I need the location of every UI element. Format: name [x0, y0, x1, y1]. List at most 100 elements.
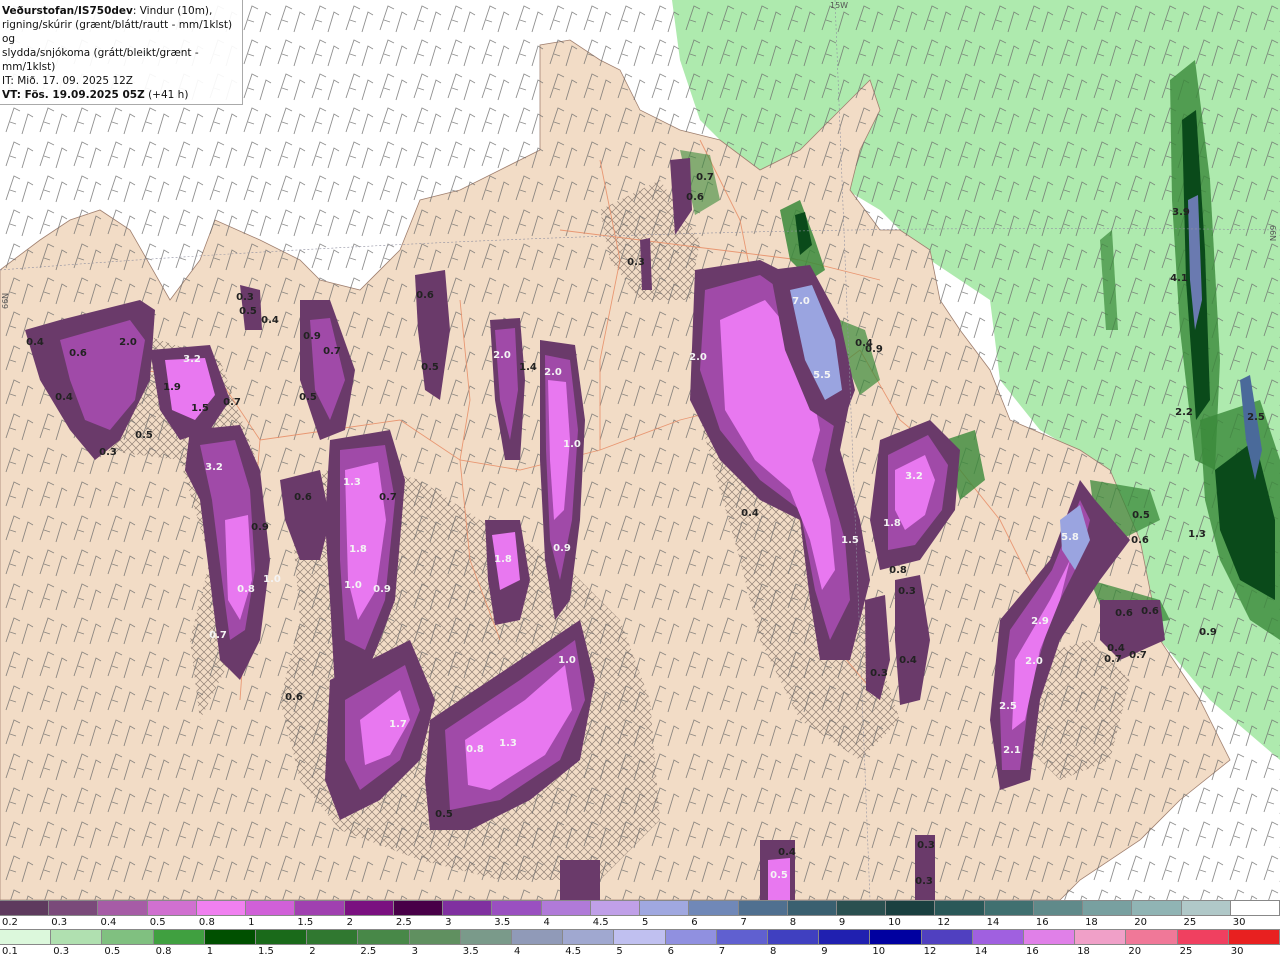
legend-label: 4	[543, 917, 550, 928]
legend-label: 8	[789, 917, 797, 928]
value-label: 4.1	[1170, 273, 1188, 284]
value-label: 5.8	[1061, 532, 1079, 543]
legend-label: 2.5	[395, 917, 412, 928]
legend-swatch	[1075, 930, 1127, 944]
value-label: 0.7	[1104, 654, 1122, 665]
value-label: 1.5	[841, 535, 859, 546]
value-label: 0.9	[303, 331, 321, 342]
value-label: 0.5	[770, 870, 788, 881]
rain-color-legend: 0.1 0.3 0.5 0.8 1 1.5 2 2.5 3 3.5 4 4.5 5 6 7 8 9 10 12 14 1…	[0, 929, 1280, 958]
value-label: 3.2	[183, 354, 201, 365]
legend-swatch	[344, 901, 394, 915]
legend-swatch	[409, 930, 461, 944]
legend-swatch	[716, 930, 769, 944]
value-label: 0.6	[294, 492, 312, 503]
value-label: 0.5	[239, 306, 257, 317]
value-label: 3.2	[205, 462, 223, 473]
value-label: 0.3	[898, 586, 916, 597]
legend-label: 0.8	[198, 917, 215, 928]
value-label: 2.0	[544, 367, 562, 378]
value-label: 0.4	[741, 508, 759, 519]
value-label: 0.7	[323, 346, 341, 357]
value-label: 2.9	[1031, 616, 1049, 627]
value-label: 0.6	[69, 348, 87, 359]
value-label: 0.8	[466, 744, 484, 755]
grid-label-15w: 15W	[830, 1, 848, 10]
rain-legend-swatches	[0, 929, 1280, 945]
legend-label: 6	[691, 917, 698, 928]
value-label: 1.5	[191, 403, 209, 414]
snow-color-legend: 0.2 0.3 0.4 0.5 0.8 1 1.5 2 2.5 3 3.5 4 4.5 5 6 7 8 9 10 12…	[0, 900, 1280, 929]
legend-swatch	[870, 930, 922, 944]
legend-swatch	[819, 930, 871, 944]
legend-label: 1.5	[297, 917, 314, 928]
legend-swatch	[563, 930, 615, 944]
legend-label: 14	[974, 946, 988, 957]
legend-swatch	[1083, 901, 1133, 915]
value-label: 0.6	[1115, 608, 1133, 619]
description-2: rigning/skúrir (grænt/blátt/rautt - mm/1…	[2, 19, 233, 45]
legend-swatch	[1177, 930, 1229, 944]
value-label: 0.3	[99, 447, 117, 458]
legend-label: 12	[937, 917, 951, 928]
rain-legend-labels: 0.1 0.3 0.5 0.8 1 1.5 2 2.5 3 3.5 4 4.5 5 6 7 8 9 10 12 14 1…	[0, 945, 1280, 959]
legend-swatch	[102, 930, 154, 944]
legend-swatch	[196, 901, 247, 915]
legend-label: 3	[411, 946, 418, 957]
legend-label: 0.8	[155, 946, 172, 957]
legend-label: 7	[740, 917, 747, 928]
value-label: 0.5	[299, 392, 317, 403]
value-label: 0.3	[870, 668, 888, 679]
legend-label: 4	[514, 946, 521, 957]
value-label: 0.4	[899, 655, 917, 666]
legend-swatch	[1033, 901, 1084, 915]
legend-label: 16	[1035, 917, 1049, 928]
valid-time: VT: Fös. 19.09.2025 05Z	[2, 89, 145, 101]
value-label: 1.8	[494, 554, 512, 565]
legend-swatch	[1126, 930, 1178, 944]
legend-swatch	[1024, 930, 1076, 944]
value-label: 1.3	[343, 477, 361, 488]
value-label: 1.3	[1188, 529, 1206, 540]
value-label: 5.5	[813, 370, 831, 381]
value-label: 3.2	[905, 471, 923, 482]
value-label: 2.1	[1003, 745, 1021, 756]
description-3: slydda/snjókoma (grátt/bleikt/grænt - mm…	[2, 47, 199, 73]
legend-label: 0.1	[2, 946, 18, 957]
legend-swatch	[1132, 901, 1182, 915]
value-label: 0.7	[379, 492, 397, 503]
value-label: 7.0	[792, 296, 810, 307]
value-label: 0.8	[237, 584, 255, 595]
value-label: 1.8	[883, 518, 901, 529]
value-label: 0.8	[889, 565, 907, 576]
legend-label: 2.5	[360, 946, 377, 957]
value-label: 0.3	[915, 876, 933, 887]
legend-label: 10	[888, 917, 901, 928]
snow-legend-swatches	[0, 900, 1280, 916]
legend-swatch	[689, 901, 739, 915]
value-label: 2.0	[689, 352, 707, 363]
legend-label: 25	[1179, 946, 1193, 957]
legend-swatch	[972, 930, 1025, 944]
legend-label: 0.3	[51, 917, 68, 928]
value-label: 1.4	[519, 362, 537, 373]
legend-swatch	[49, 901, 99, 915]
legend-swatch	[153, 930, 205, 944]
legend-label: 3.5	[462, 946, 479, 957]
legend-swatch	[295, 901, 345, 915]
legend-swatch	[935, 901, 985, 915]
value-label: 0.6	[1131, 535, 1149, 546]
value-label: 0.9	[251, 522, 269, 533]
legend-swatch	[0, 930, 52, 944]
weather-map: 15W 66N 66N 0.4 0.6 2.0 3.2 1.9 1.5 0.4 0.5 0.3 3…	[0, 0, 1280, 900]
legend-label: 1.5	[258, 946, 274, 957]
value-label: 0.5	[135, 430, 153, 441]
legend-swatch	[204, 930, 257, 944]
legend-label: 0.5	[149, 917, 166, 928]
value-label: 1.8	[349, 544, 367, 555]
value-label: 3.9	[1172, 207, 1190, 218]
legend-label: 5	[616, 946, 623, 957]
value-label: 0.5	[435, 809, 453, 820]
value-label: 0.6	[416, 290, 434, 301]
legend-swatch	[246, 901, 296, 915]
